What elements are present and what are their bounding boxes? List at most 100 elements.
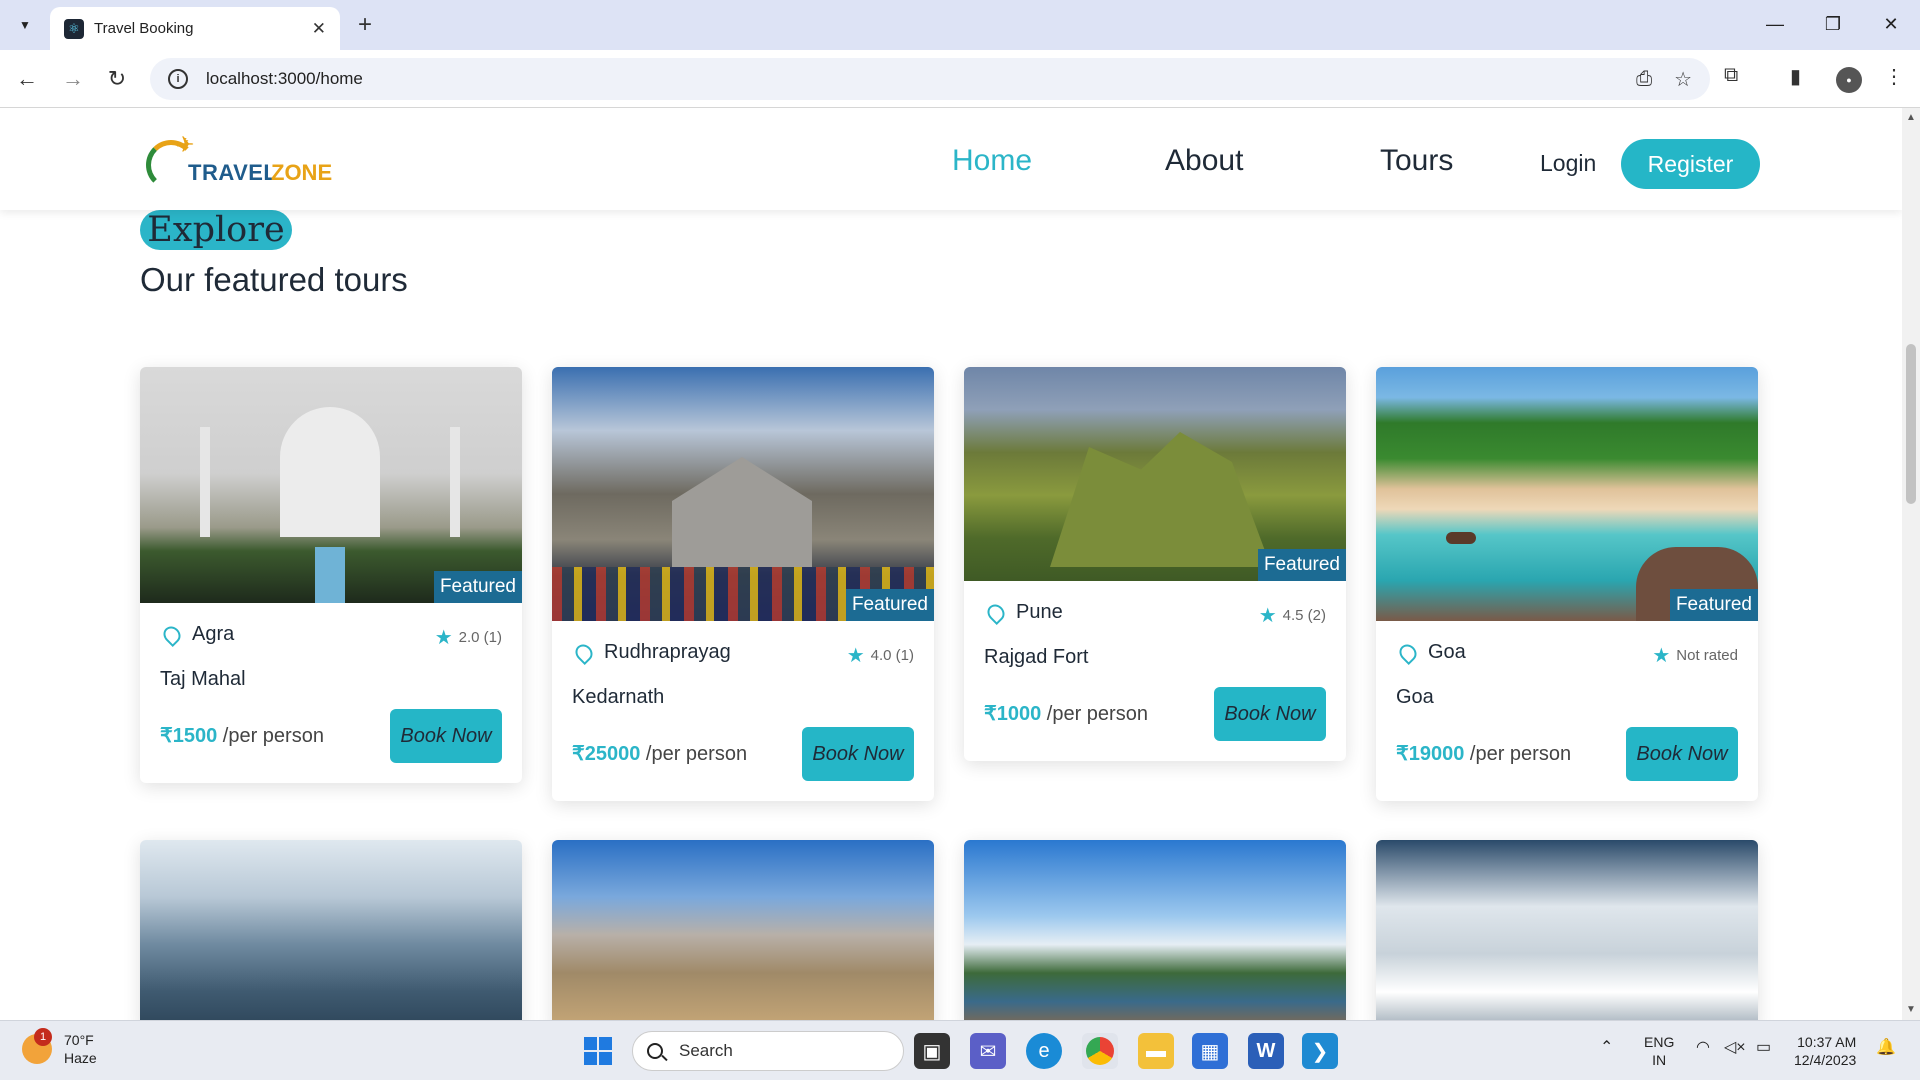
tab-list-button[interactable]: ▼ (12, 12, 38, 38)
battery-icon[interactable]: ▭ (1756, 1039, 1771, 1057)
forward-button[interactable]: → (58, 64, 88, 94)
featured-badge: Featured (1257, 549, 1346, 581)
travel-zone-logo[interactable]: ✈ TRAVEL ZONE (146, 132, 336, 196)
notification-bell-icon[interactable]: 🔔 (1876, 1039, 1896, 1057)
star-icon: ★ (1652, 645, 1671, 667)
nav-about[interactable]: About (1165, 144, 1243, 178)
tour-city: Rudhraprayag (604, 641, 731, 663)
tour-price: ₹1500 (160, 725, 218, 747)
featured-badge: Featured (433, 571, 522, 603)
region-code: IN (1652, 1052, 1667, 1068)
speaker-muted-icon[interactable]: ◁× (1724, 1039, 1746, 1057)
star-icon: ★ (1258, 605, 1277, 627)
location-pin-icon (571, 640, 597, 665)
microsoft-store-icon[interactable]: ▦ (1192, 1033, 1228, 1069)
notification-badge: 1 (34, 1028, 52, 1046)
scroll-up-icon[interactable]: ▲ (1906, 112, 1916, 123)
page-viewport: ✈ TRAVEL ZONE Home About Tours Login Reg… (0, 108, 1902, 1020)
clock-date: 12/4/2023 (1794, 1052, 1857, 1068)
tour-review-count: (1) (483, 629, 502, 646)
clock[interactable]: 10:37 AM 12/4/2023 (1794, 1033, 1856, 1069)
minimize-button[interactable]: — (1752, 8, 1798, 40)
taskbar-search[interactable]: Search (632, 1031, 904, 1071)
profile-avatar[interactable]: ● (1836, 67, 1862, 93)
windows-start-icon[interactable] (580, 1033, 616, 1069)
star-icon: ★ (846, 645, 865, 667)
tour-price: ₹1000 (984, 703, 1042, 725)
edge-browser-icon[interactable]: e (1026, 1033, 1062, 1069)
minaret-shape (200, 427, 210, 537)
word-icon[interactable]: W (1248, 1033, 1284, 1069)
search-label: Search (679, 1041, 733, 1060)
weather-condition: Haze (64, 1050, 97, 1066)
install-app-icon[interactable]: ⎙ (1636, 68, 1652, 91)
tour-card: Featured Agra ★ 2.0 (1) Taj Mahal ₹1500 /… (140, 367, 522, 783)
weather-widget[interactable]: 1 70°F Haze (22, 1028, 97, 1067)
address-bar[interactable]: i localhost:3000/home ⎙ ☆ (150, 58, 1710, 100)
tour-rating: Not rated (1676, 647, 1738, 664)
tray-chevron-up-icon[interactable]: ⌃ (1600, 1039, 1613, 1057)
airplane-icon: ✈ (176, 132, 195, 157)
chevron-down-icon: ▼ (19, 18, 31, 32)
tour-card (140, 840, 522, 1020)
scrollbar-thumb[interactable] (1906, 344, 1916, 504)
file-explorer-icon[interactable]: ▬ (1138, 1033, 1174, 1069)
tour-image-rajgad-fort: Featured (964, 367, 1346, 581)
bookmark-star-icon[interactable]: ☆ (1674, 67, 1692, 92)
site-header: ✈ TRAVEL ZONE Home About Tours Login Reg… (0, 108, 1902, 210)
tour-city: Pune (1016, 601, 1063, 623)
tour-name[interactable]: Kedarnath (572, 686, 914, 709)
vscode-icon[interactable]: ❯ (1302, 1033, 1338, 1069)
price-unit: /per person (1046, 703, 1148, 725)
tour-city: Agra (192, 623, 235, 645)
new-tab-button[interactable]: + (350, 10, 380, 40)
site-info-icon[interactable]: i (168, 69, 188, 89)
close-window-button[interactable]: ✕ (1868, 8, 1914, 40)
side-panel-icon[interactable]: ▮ (1790, 64, 1801, 89)
book-now-button[interactable]: Book Now (390, 709, 502, 763)
page-scrollbar[interactable]: ▲ ▼ (1902, 108, 1920, 1020)
logo-word-travel: TRAVEL (188, 160, 278, 185)
tab-close-icon[interactable]: ✕ (312, 19, 326, 39)
tour-image-shimla (1376, 840, 1758, 1020)
tour-name[interactable]: Taj Mahal (160, 668, 502, 691)
task-view-icon[interactable]: ▣ (914, 1033, 950, 1069)
url-text[interactable]: localhost:3000/home (206, 69, 1614, 89)
book-now-button[interactable]: Book Now (802, 727, 914, 781)
back-button[interactable]: ← (12, 64, 42, 94)
section-title: Our featured tours (140, 261, 408, 298)
extensions-icon[interactable]: ⧉ (1724, 64, 1738, 87)
register-button[interactable]: Register (1621, 139, 1760, 189)
restore-button[interactable]: ❐ (1810, 8, 1856, 40)
tour-review-count: (2) (1307, 607, 1326, 624)
tour-review-count: (1) (895, 647, 914, 664)
nav-tours[interactable]: Tours (1380, 144, 1453, 178)
tour-rating: 4.0 (870, 647, 892, 664)
tour-rating: 4.5 (1282, 607, 1304, 624)
book-now-button[interactable]: Book Now (1214, 687, 1326, 741)
reload-button[interactable]: ↻ (102, 64, 132, 94)
tour-card: Featured Pune ★ 4.5 (2) Rajgad Fort ₹1000… (964, 367, 1346, 761)
weather-temp: 70°F (64, 1032, 94, 1048)
language-indicator[interactable]: ENG IN (1644, 1033, 1674, 1069)
tour-card: Featured Rudhraprayag ★ 4.0 (1) Kedarnath… (552, 367, 934, 801)
book-now-button[interactable]: Book Now (1626, 727, 1738, 781)
lang-code: ENG (1644, 1034, 1675, 1050)
chrome-browser-icon[interactable] (1082, 1033, 1118, 1069)
wifi-icon[interactable]: ◠ (1696, 1039, 1710, 1057)
tour-card (964, 840, 1346, 1020)
login-button[interactable]: Login (1540, 150, 1596, 177)
star-icon: ★ (434, 627, 453, 649)
minaret-shape (450, 427, 460, 537)
scroll-down-icon[interactable]: ▼ (1906, 1004, 1916, 1015)
explore-pill: Explore (140, 210, 292, 250)
teams-chat-icon[interactable]: ✉ (970, 1033, 1006, 1069)
tour-card (1376, 840, 1758, 1020)
tour-name[interactable]: Goa (1396, 686, 1738, 709)
nav-home[interactable]: Home (952, 144, 1032, 178)
price-unit: /per person (645, 743, 748, 765)
tour-image-taj-mahal: Featured (140, 367, 522, 603)
menu-kebab-icon[interactable]: ⋮ (1884, 64, 1904, 89)
tour-name[interactable]: Rajgad Fort (984, 646, 1326, 669)
browser-tab[interactable]: ⚛ Travel Booking ✕ (50, 7, 340, 50)
